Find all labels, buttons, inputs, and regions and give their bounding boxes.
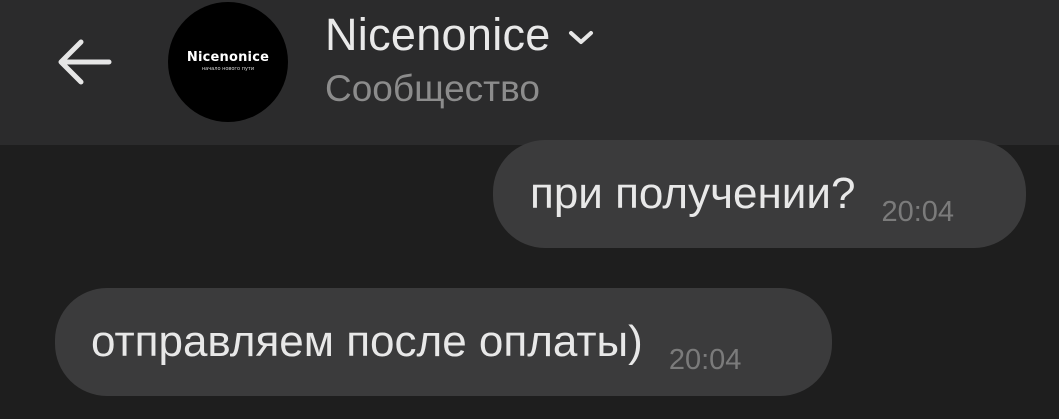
avatar-logo-text: Nicenonice xyxy=(186,50,270,65)
message-text: отправляем после оплаты) xyxy=(91,317,643,366)
chevron-down-icon xyxy=(567,29,595,47)
chat-header: Nicenonice начало нового пути Nicenonice… xyxy=(0,0,1059,145)
chat-title: Nicenonice xyxy=(325,9,551,60)
community-avatar[interactable]: Nicenonice начало нового пути xyxy=(168,2,288,122)
message-time: 20:04 xyxy=(881,196,955,228)
chat-screen: Nicenonice начало нового пути Nicenonice… xyxy=(0,0,1059,419)
message-text: при получении? xyxy=(530,169,856,218)
message-time: 20:04 xyxy=(668,344,742,376)
chat-title-block[interactable]: Nicenonice Сообщество xyxy=(325,8,595,113)
message-bubble-outgoing[interactable]: при получении? 20:04 xyxy=(493,140,1026,248)
title-row: Nicenonice xyxy=(325,8,595,62)
chat-subtitle: Сообщество xyxy=(325,68,540,109)
back-button[interactable] xyxy=(48,30,118,94)
arrow-left-icon xyxy=(58,39,112,85)
message-bubble-incoming[interactable]: отправляем после оплаты) 20:04 xyxy=(55,288,832,396)
avatar-logo-tagline: начало нового пути xyxy=(201,66,255,72)
